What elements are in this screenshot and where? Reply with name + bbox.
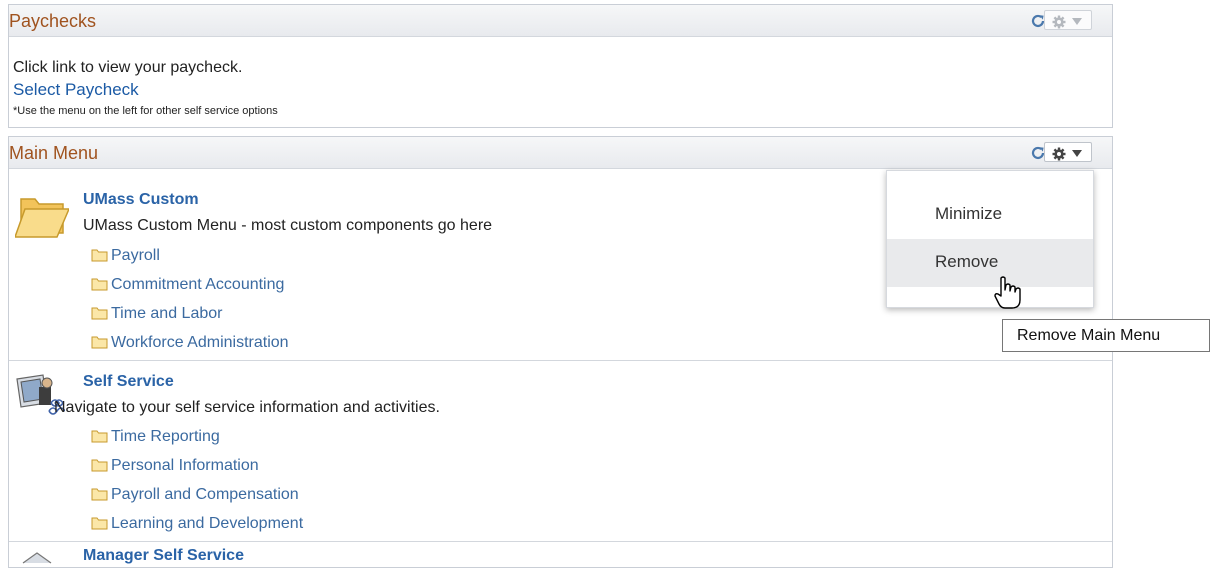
main-menu-header: Main Menu: [9, 137, 1112, 169]
chevron-down-icon: [1072, 18, 1082, 25]
small-folder-icon: [91, 336, 108, 349]
paychecks-note: *Use the menu on the left for other self…: [13, 105, 278, 117]
folder-icon: [15, 198, 69, 238]
pagelet-options-button[interactable]: [1044, 142, 1092, 162]
category-title-manager-self-service[interactable]: Manager Self Service: [83, 547, 244, 565]
menu-item-minimize[interactable]: Minimize: [887, 191, 1093, 239]
category-divider: [9, 360, 1112, 361]
pagelet-options-menu: Minimize Remove: [886, 170, 1094, 308]
category-title-umass-custom[interactable]: UMass Custom: [83, 191, 199, 209]
gear-icon: [1052, 15, 1066, 29]
paychecks-title: Paychecks: [9, 11, 97, 31]
small-folder-icon: [91, 307, 108, 320]
gear-icon: [1052, 147, 1066, 161]
tooltip-text: Remove Main Menu: [1017, 327, 1161, 344]
paychecks-header: Paychecks: [9, 5, 1112, 37]
small-folder-icon: [91, 488, 108, 501]
hand-pointer-cursor-icon: [994, 276, 1021, 309]
category-divider: [9, 541, 1112, 542]
paychecks-pagelet: Paychecks Click link to view your payche…: [8, 4, 1113, 128]
small-folder-icon: [91, 459, 108, 472]
manager-self-service-icon: [22, 552, 52, 564]
small-folder-icon: [91, 430, 108, 443]
select-paycheck-link[interactable]: Select Paycheck: [13, 80, 139, 100]
category-description: UMass Custom Menu - most custom componen…: [83, 217, 493, 234]
category-description: Navigate to your self service informatio…: [54, 399, 440, 416]
small-folder-icon: [91, 517, 108, 530]
pagelet-options-button[interactable]: [1044, 10, 1092, 30]
small-folder-icon: [91, 249, 108, 262]
chevron-down-icon: [1072, 150, 1082, 157]
menu-item-remove[interactable]: Remove: [887, 239, 1093, 287]
category-title-self-service[interactable]: Self Service: [83, 373, 174, 391]
paychecks-instruction: Click link to view your paycheck.: [13, 59, 243, 76]
small-folder-icon: [91, 278, 108, 291]
main-menu-title: Main Menu: [9, 143, 99, 163]
tooltip: Remove Main Menu: [1002, 319, 1210, 352]
